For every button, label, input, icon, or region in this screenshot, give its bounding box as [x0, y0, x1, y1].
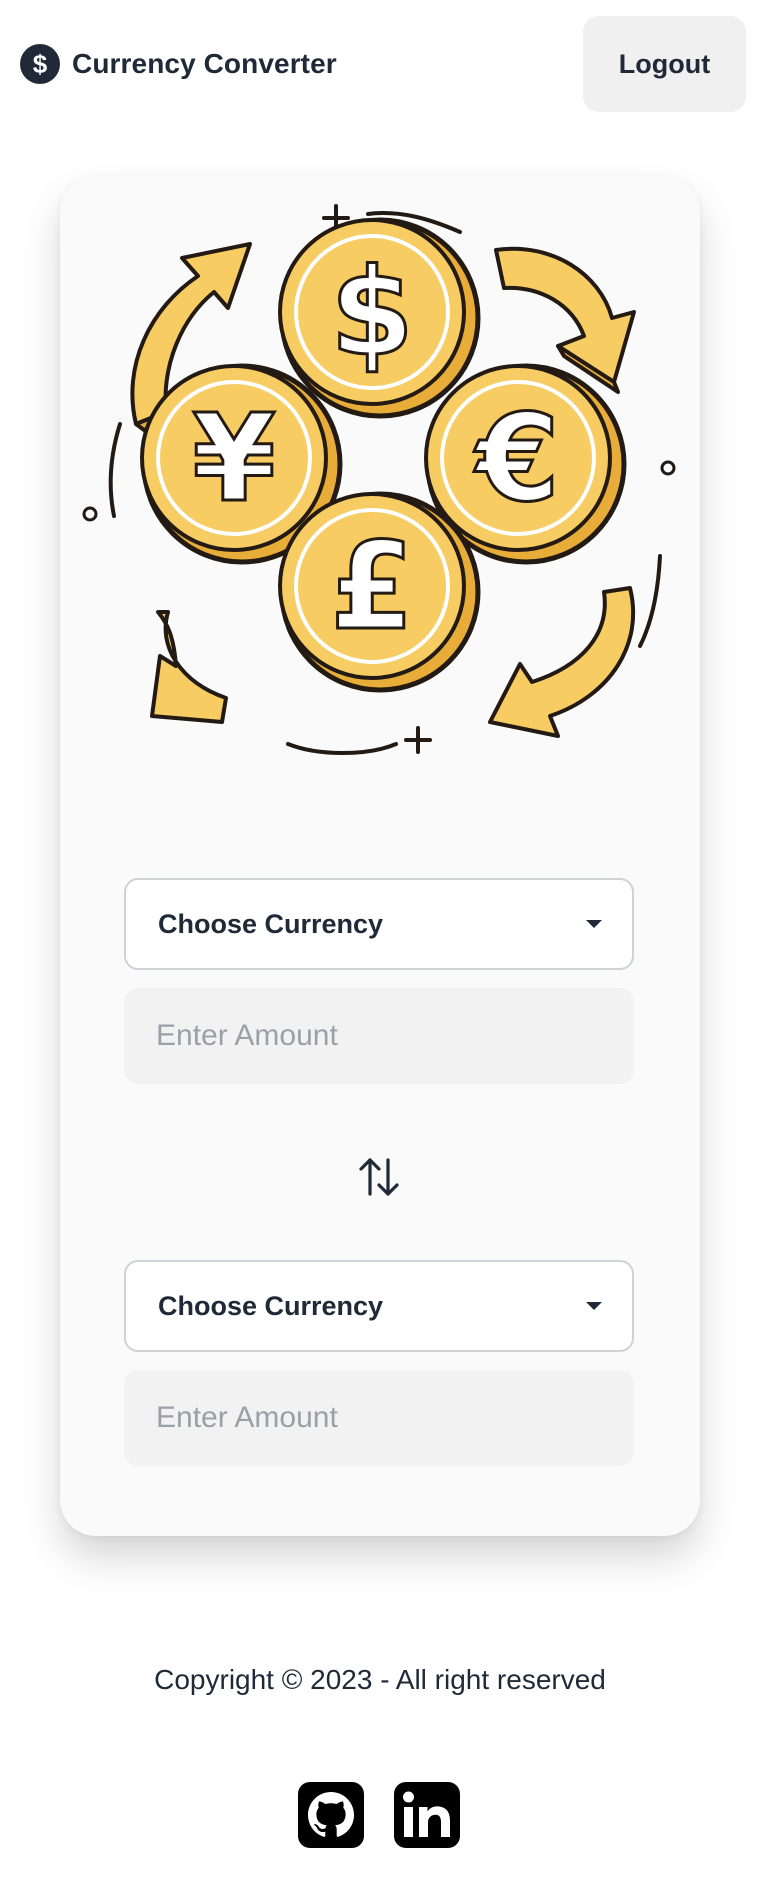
logout-button[interactable]: Logout	[583, 16, 746, 112]
from-currency-select[interactable]: Choose Currency	[124, 878, 634, 970]
coin-pound: £	[278, 491, 481, 693]
euro-symbol: €	[473, 390, 560, 529]
yen-symbol: ¥	[192, 390, 276, 529]
to-currency-select[interactable]: Choose Currency	[124, 1260, 634, 1352]
to-amount-input[interactable]	[124, 1370, 634, 1466]
coin-dollar: $	[278, 217, 481, 419]
pound-symbol: £	[330, 518, 414, 657]
brand[interactable]: $ Currency Converter	[20, 44, 337, 84]
chevron-down-icon	[586, 1302, 602, 1310]
app-title: Currency Converter	[72, 48, 337, 79]
converter-card: $ ¥ € £ Choose Currency Enter Amount Cho…	[60, 176, 700, 1536]
chevron-down-icon	[586, 920, 602, 928]
dollar-coin-icon: $	[20, 44, 60, 84]
navbar: $ Currency Converter Logout	[0, 0, 760, 130]
currency-exchange-illustration: $ ¥ € £	[82, 204, 676, 755]
to-currency-label: Choose Currency	[158, 1290, 384, 1321]
swap-vertical-arrows-icon[interactable]	[356, 1152, 402, 1202]
from-currency-label: Choose Currency	[158, 908, 384, 939]
github-icon[interactable]	[298, 1782, 364, 1848]
linkedin-icon[interactable]	[394, 1782, 460, 1848]
copyright-text: Copyright © 2023 - All right reserved	[154, 1664, 606, 1695]
from-amount-input[interactable]	[124, 988, 634, 1084]
dollar-glyph: $	[33, 49, 48, 79]
dollar-symbol: $	[330, 244, 414, 383]
